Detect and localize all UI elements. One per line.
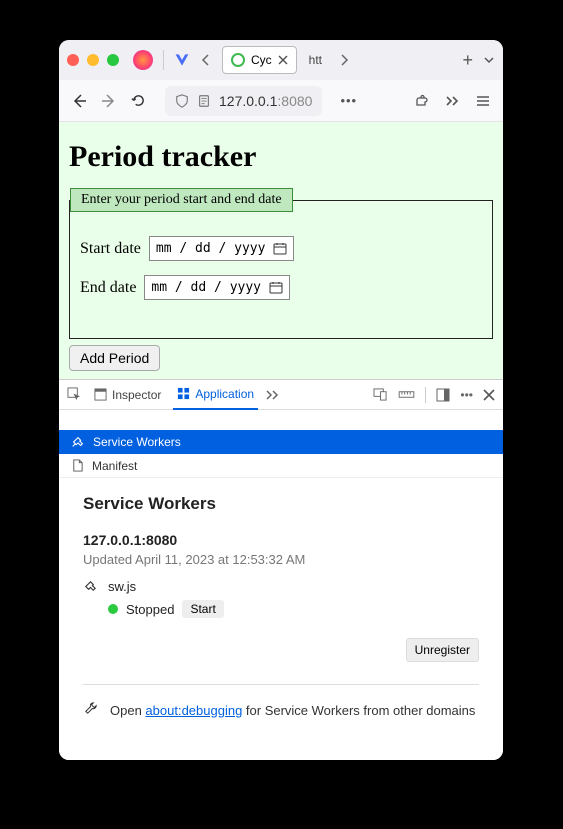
maximize-window-button[interactable] [107,54,119,66]
close-window-button[interactable] [67,54,79,66]
unregister-button[interactable]: Unregister [406,638,479,662]
devtools-tabbar: Inspector Application [59,380,503,410]
end-date-label: End date [80,279,136,297]
ruler-icon[interactable] [398,389,415,400]
extension-icon[interactable] [415,93,431,109]
tab-nav-back[interactable] [196,54,216,66]
sw-footer-text: Open about:debugging for Service Workers… [110,701,475,722]
document-icon [71,459,84,472]
start-date-value: mm / dd / yyyy [156,241,266,256]
end-date-input[interactable]: mm / dd / yyyy [144,275,290,300]
sw-updated: Updated April 11, 2023 at 12:53:32 AM [83,552,479,567]
close-tab-icon[interactable] [278,55,288,65]
tabs-overflow-icon[interactable] [266,389,280,401]
about-debugging-link[interactable]: about:debugging [145,703,242,718]
active-tab-label: Cyc [251,53,272,67]
active-tab[interactable]: Cyc [222,46,297,74]
calendar-icon[interactable] [273,242,287,255]
add-period-button[interactable]: Add Period [69,345,160,371]
separator [163,50,164,70]
tab-bar: Cyc htt + [59,40,503,80]
reload-button[interactable] [131,93,149,108]
devtools-menu-icon[interactable]: ••• [460,388,473,402]
tabs-dropdown-icon[interactable] [483,54,495,66]
inspector-tab[interactable]: Inspector [90,380,165,410]
hamburger-menu-icon[interactable] [475,94,491,108]
back-button[interactable] [71,93,89,109]
sw-host: 127.0.0.1:8080 [83,532,479,548]
dock-icon[interactable] [436,388,450,402]
shield-icon [175,94,189,108]
close-devtools-icon[interactable] [483,389,495,401]
application-tab-label: Application [195,387,254,401]
address-bar[interactable]: 127.0.0.1:8080 [165,86,322,116]
form-legend: Enter your period start and end date [70,188,293,212]
divider [83,684,479,685]
window-controls [67,54,119,66]
service-workers-nav-item[interactable]: Service Workers [59,430,503,454]
calendar-icon[interactable] [269,281,283,294]
minimize-window-button[interactable] [87,54,99,66]
end-date-value: mm / dd / yyyy [151,280,261,295]
url-toolbar: 127.0.0.1:8080 ••• [59,80,503,122]
page-title: Period tracker [69,140,493,174]
start-date-input[interactable]: mm / dd / yyyy [149,236,295,261]
responsive-design-icon[interactable] [373,388,388,401]
service-workers-nav-label: Service Workers [93,435,181,449]
forward-button[interactable] [101,93,119,109]
overflow-chevrons-icon[interactable] [445,94,461,108]
background-tab[interactable]: htt [303,53,328,67]
period-form: Enter your period start and end date Sta… [69,188,493,339]
inspector-icon [94,388,107,401]
element-picker-icon[interactable] [67,387,82,402]
wrench-icon [83,701,98,722]
sw-file: sw.js [108,579,224,594]
url-meatball-icon[interactable]: ••• [340,93,357,108]
tab-favicon-icon [231,53,245,67]
tab-nav-forward[interactable] [334,54,354,66]
sw-heading: Service Workers [83,494,479,514]
new-tab-button[interactable]: + [462,50,473,71]
tools-icon [83,579,98,594]
start-button[interactable]: Start [182,600,223,618]
manifest-nav-label: Manifest [92,459,137,473]
service-workers-panel: Service Workers 127.0.0.1:8080 Updated A… [59,478,503,738]
start-date-label: Start date [80,240,141,258]
application-tab[interactable]: Application [173,380,258,410]
page-info-icon[interactable] [197,94,211,108]
application-icon [177,387,190,400]
devtools-panel: Inspector Application [59,379,503,760]
vue-tab-icon[interactable] [174,52,190,68]
url-text: 127.0.0.1:8080 [219,93,312,109]
status-dot-icon [108,604,118,614]
page-content: Period tracker Enter your period start a… [59,122,503,379]
browser-window: Cyc htt + [59,40,503,760]
inspector-tab-label: Inspector [112,388,161,402]
hammer-icon [71,435,85,449]
manifest-nav-item[interactable]: Manifest [59,454,503,478]
sw-status: Stopped [126,602,174,617]
firefox-icon [133,50,153,70]
